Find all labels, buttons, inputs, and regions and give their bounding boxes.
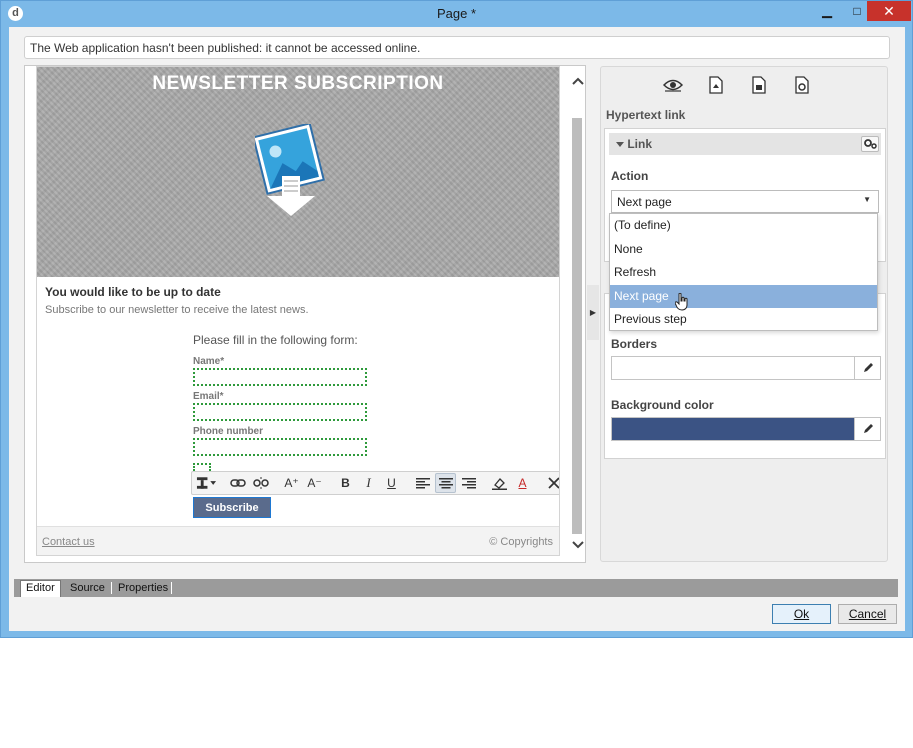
link-icon[interactable] [227, 473, 248, 493]
tab-separator [111, 582, 112, 594]
ok-button[interactable]: Ok [772, 604, 831, 624]
publish-notice: The Web application hasn't been publishe… [24, 36, 890, 59]
name-label: Name* [193, 356, 225, 367]
action-option-selected[interactable]: Next page [610, 284, 877, 308]
copyright-text: © Copyrights [489, 536, 553, 548]
phone-label: Phone number [193, 426, 264, 437]
action-select-value: Next page [617, 195, 672, 209]
action-option[interactable]: (To define) [610, 214, 877, 238]
borders-label: Borders [611, 337, 658, 351]
background-color-field[interactable] [611, 417, 881, 441]
tab-properties[interactable]: Properties [113, 581, 173, 596]
panel-toolbar [661, 75, 833, 95]
newsletter-footer: Contact us © Copyrights [37, 526, 559, 555]
edit-pencil-icon[interactable] [854, 418, 880, 440]
hero-banner[interactable]: NEWSLETTER SUBSCRIPTION [37, 67, 559, 277]
highlight-icon[interactable] [489, 473, 510, 493]
tab-source[interactable]: Source [65, 581, 110, 596]
tab-separator [171, 582, 172, 594]
panel-title: Hypertext link [606, 108, 686, 122]
minimize-icon[interactable]: ▁ [813, 1, 841, 21]
link-group-header[interactable]: Link [609, 133, 881, 155]
insert-field-icon[interactable] [196, 473, 217, 493]
contact-us-link[interactable]: Contact us [42, 536, 95, 548]
align-center-icon[interactable] [435, 473, 456, 493]
font-color-icon[interactable]: A [512, 473, 533, 493]
edit-pencil-icon[interactable] [854, 357, 880, 379]
underline-icon[interactable]: U [381, 473, 402, 493]
window-title: Page * [436, 6, 477, 21]
grow-font-icon[interactable]: A⁺ [281, 473, 302, 493]
email-label: Email* [193, 391, 224, 402]
scroll-up-icon[interactable] [570, 74, 585, 88]
scrollbar-thumb[interactable] [572, 118, 582, 534]
cancel-label: Cancel [848, 607, 887, 621]
editor-scrollbar[interactable] [570, 66, 585, 562]
hand-cursor-icon [675, 293, 688, 311]
close-icon[interactable]: ✕ [867, 1, 911, 21]
chevron-down-icon [616, 142, 624, 147]
action-select[interactable]: Next page ▼ [611, 190, 879, 213]
checkbox-placeholder[interactable] [193, 463, 211, 471]
action-label: Action [611, 169, 649, 183]
align-left-icon[interactable] [412, 473, 433, 493]
action-option[interactable]: Previous step [610, 308, 877, 332]
scroll-down-icon[interactable] [570, 538, 585, 552]
cancel-button[interactable]: Cancel [838, 604, 897, 624]
shrink-font-icon[interactable]: A⁻ [304, 473, 325, 493]
unlink-icon[interactable] [250, 473, 271, 493]
section-subtitle: Subscribe to our newsletter to receive t… [45, 304, 309, 316]
page-settings-icon[interactable] [790, 75, 814, 95]
ok-label: Ok [793, 607, 810, 621]
align-right-icon[interactable] [458, 473, 479, 493]
form-title: Please fill in the following form: [193, 333, 358, 347]
view-tab-bar: Editor Source Properties [14, 579, 898, 597]
background-color-label: Background color [611, 398, 714, 412]
action-option[interactable]: Refresh [610, 261, 877, 285]
editor-frame: NEWSLETTER SUBSCRIPTION You would like t… [24, 65, 586, 563]
format-toolbar: A⁺ A⁻ B I U A [191, 471, 559, 495]
link-group-title: Link [616, 137, 652, 151]
title-bar[interactable]: d Page * ▁ □ ✕ [1, 1, 912, 27]
action-dropdown-list: (To define) None Refresh Next page Previ… [609, 213, 878, 331]
subscribe-button[interactable]: Subscribe [193, 497, 271, 518]
gear-icon[interactable] [861, 136, 879, 152]
tab-editor[interactable]: Editor [20, 580, 61, 597]
dropdown-caret-icon: ▼ [863, 195, 871, 204]
link-group-label: Link [627, 137, 653, 151]
email-field[interactable] [193, 403, 367, 421]
bold-icon[interactable]: B [335, 473, 356, 493]
borders-field[interactable] [611, 356, 881, 380]
section-title: You would like to be up to date [45, 285, 221, 299]
newsletter-document[interactable]: NEWSLETTER SUBSCRIPTION You would like t… [36, 66, 560, 556]
hero-title: NEWSLETTER SUBSCRIPTION [152, 73, 444, 94]
action-option[interactable]: None [610, 238, 877, 262]
italic-icon[interactable]: I [358, 473, 379, 493]
collapse-panel-handle[interactable]: ▶ [587, 285, 599, 340]
phone-field[interactable] [193, 438, 367, 456]
page-save-icon[interactable] [747, 75, 771, 95]
image-placeholder-icon[interactable] [255, 124, 327, 218]
remove-format-icon[interactable] [543, 473, 559, 493]
page-upload-icon[interactable] [704, 75, 728, 95]
preview-eye-icon[interactable] [661, 75, 685, 95]
name-field[interactable] [193, 368, 367, 386]
